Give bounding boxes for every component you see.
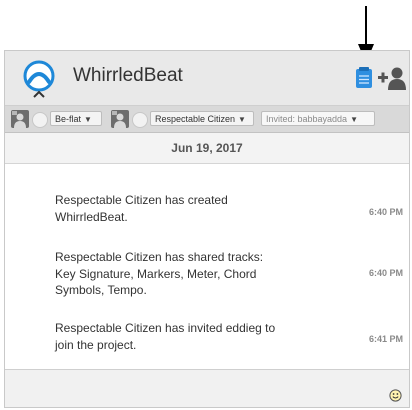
chevron-down-icon: ▼: [238, 115, 246, 124]
user-dropdown[interactable]: Respectable Citizen ▼: [150, 111, 254, 126]
chevron-down-icon: ▼: [350, 115, 358, 124]
message-line: Respectable Citizen has created: [55, 193, 228, 207]
message-input-area[interactable]: [5, 369, 409, 407]
message-line: Key Signature, Markers, Meter, Chord: [55, 266, 257, 281]
key-dropdown-label: Be-flat: [55, 114, 82, 124]
app-title: WhirrledBeat: [73, 65, 183, 86]
whirrledbeat-logo-icon[interactable]: [21, 60, 57, 100]
add-user-icon[interactable]: [378, 65, 406, 91]
message-time: 6:40 PM: [368, 268, 403, 278]
avatar[interactable]: [111, 110, 129, 128]
status-indicator: [132, 112, 148, 128]
status-indicator: [32, 112, 48, 128]
message-time: 6:40 PM: [368, 207, 403, 217]
avatar[interactable]: [11, 110, 29, 128]
chevron-down-icon: ▼: [84, 115, 92, 124]
message-text: Respectable Citizen has invited eddieg t…: [55, 320, 305, 353]
app-header: WhirrledBeat: [5, 51, 409, 106]
message-text: Respectable Citizen has created Whirrled…: [55, 192, 305, 225]
message-text: Respectable Citizen has shared tracks: K…: [55, 249, 305, 299]
chat-panel: WhirrledBeat Be-flat ▼ Respectable Citiz…: [4, 50, 410, 408]
invited-dropdown-label: Invited: babbayadda: [266, 114, 348, 124]
message-time: 6:41 PM: [368, 334, 403, 344]
invited-dropdown[interactable]: Invited: babbayadda ▼: [261, 111, 375, 126]
message-line: Respectable Citizen has invited eddieg t…: [55, 321, 276, 335]
message-line: Respectable Citizen has shared tracks:: [55, 250, 264, 264]
date-divider: Jun 19, 2017: [5, 133, 409, 164]
key-dropdown[interactable]: Be-flat ▼: [50, 111, 102, 126]
user-silhouette-icon: [112, 111, 126, 128]
message-line: WhirrledBeat.: [55, 209, 128, 224]
user-silhouette-icon: [12, 111, 26, 128]
message-line: Symbols, Tempo.: [55, 283, 147, 297]
user-dropdown-label: Respectable Citizen: [155, 114, 236, 124]
session-toolbar: Be-flat ▼ Respectable Citizen ▼ Invited: b…: [5, 106, 409, 133]
smiley-icon[interactable]: [389, 389, 402, 402]
message-line: join the project.: [55, 337, 137, 352]
notes-icon[interactable]: [355, 67, 373, 89]
